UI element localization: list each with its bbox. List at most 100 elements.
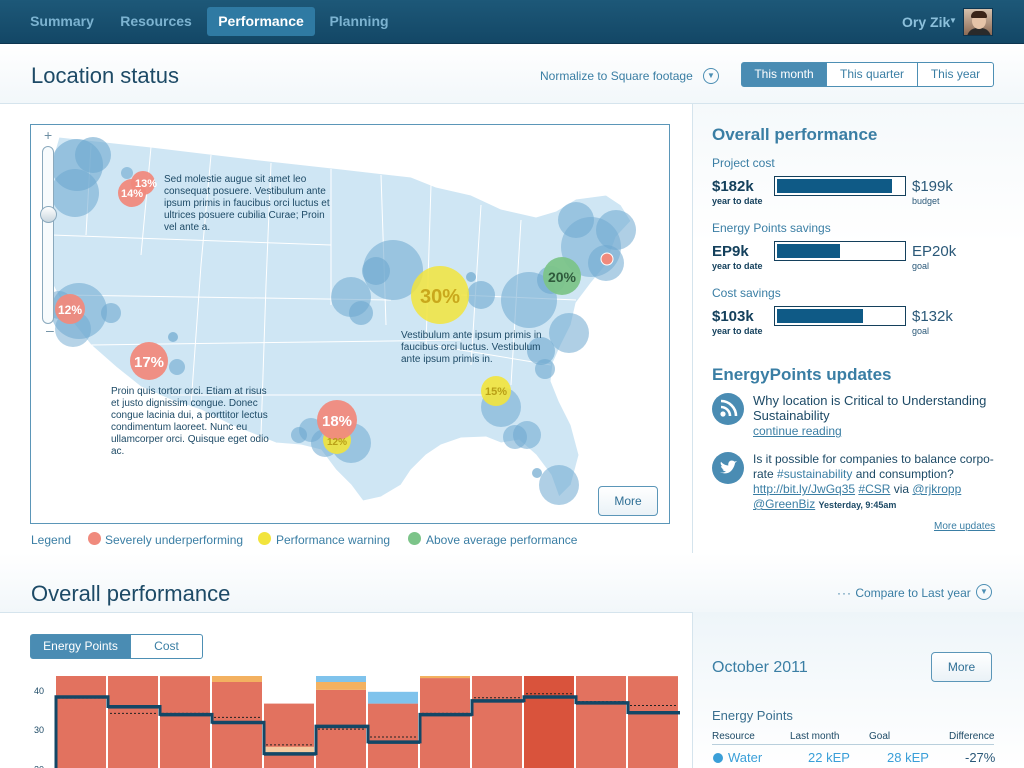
rss-icon[interactable] <box>712 393 744 425</box>
twitter-icon[interactable] <box>712 452 744 484</box>
section-title: Overall performance <box>31 581 231 606</box>
progress-bar <box>774 306 906 326</box>
performance-chart[interactable]: 20 30 40 <box>30 634 680 768</box>
map-dot-severe[interactable] <box>600 252 614 266</box>
metric-goal-sub: goal <box>912 326 930 336</box>
progress-bar <box>774 176 906 196</box>
zoom-out-icon[interactable]: – <box>46 322 54 338</box>
marker-label: 30% <box>420 286 460 308</box>
tweet-url-link[interactable]: http://bit.ly/JwGq35 <box>753 482 855 496</box>
normalize-dropdown-icon[interactable]: ▼ <box>703 68 719 84</box>
nav-tab-planning[interactable]: Planning <box>320 7 398 36</box>
legend-dot-severe <box>88 532 101 545</box>
overall-performance-title: Overall performance <box>712 125 878 144</box>
chart-bar-segment <box>264 703 314 768</box>
month-more-button[interactable]: More <box>931 652 992 682</box>
column-header: Goal <box>869 731 891 742</box>
map-more-button[interactable]: More <box>598 486 658 516</box>
marker-label: 20% <box>548 269 577 285</box>
hashtag-link[interactable]: #sustainability <box>777 467 852 481</box>
column-header: Difference <box>949 731 995 742</box>
progress-fill <box>777 244 840 258</box>
progress-fill <box>777 179 893 193</box>
tweet-time: Yesterday, 9:45am <box>818 500 897 510</box>
table-cell-goal: 28 kEP <box>887 750 929 765</box>
marker-label: 14% <box>121 188 143 200</box>
y-tick-label: 20 <box>34 764 44 768</box>
zoom-slider-handle[interactable] <box>40 206 57 223</box>
chart-bar-segment <box>420 678 470 768</box>
mention-link[interactable]: @rjkropp <box>912 482 961 496</box>
nav-tab-resources[interactable]: Resources <box>112 7 200 36</box>
legend-dot-above <box>408 532 421 545</box>
table-divider <box>712 744 994 745</box>
tweet-text: via <box>890 482 913 496</box>
month-label: October 2011 <box>712 659 808 676</box>
chart-bar-segment <box>264 746 314 753</box>
metric-value: $182k <box>712 178 754 195</box>
metric-goal-sub: budget <box>912 196 940 206</box>
marker-label: 18% <box>322 413 352 430</box>
top-nav: Summary Resources Performance Planning O… <box>0 0 1024 44</box>
chart-bar-segment <box>576 670 626 768</box>
avatar-body <box>967 28 991 35</box>
chart-bar-segment <box>212 682 262 768</box>
chart-bar-segment <box>212 672 262 682</box>
hashtag-link[interactable]: #CSR <box>858 482 890 496</box>
compare-toggle[interactable]: ··· Compare to Last year <box>837 586 971 600</box>
legend-dot-warning <box>258 532 271 545</box>
metric-goal: $132k <box>912 308 953 325</box>
period-this-quarter[interactable]: This quarter <box>826 62 918 87</box>
column-header: Resource <box>712 731 755 742</box>
chart-bar-segment <box>56 662 106 768</box>
us-map[interactable]: 13% 14% 12% 17% 30% 20% 15% 12% 18% <box>30 124 670 524</box>
mention-link[interactable]: @GreenBiz <box>753 497 815 511</box>
marker-label: 15% <box>485 386 507 398</box>
toggle-energy-points[interactable]: Energy Points <box>30 634 131 659</box>
page-title: Location status <box>31 63 179 88</box>
legend-item-severe: Severely underperforming <box>105 533 244 547</box>
table-cell-resource[interactable]: Water <box>728 750 762 765</box>
metric-value: $103k <box>712 308 754 325</box>
chart-bar-segment <box>368 691 418 704</box>
more-updates-link[interactable]: More updates <box>934 521 995 532</box>
period-this-year[interactable]: This year <box>917 62 994 87</box>
metric-value: EP9k <box>712 243 749 260</box>
marker-label: 17% <box>134 354 164 371</box>
rss-title: Why location is Critical to Understandin… <box>753 393 987 423</box>
nav-tab-performance[interactable]: Performance <box>207 7 315 36</box>
progress-bar <box>774 241 906 261</box>
rss-update: Why location is Critical to Understandin… <box>753 393 998 439</box>
user-menu[interactable]: Ory Zik <box>902 14 950 30</box>
marker-label: 12% <box>58 303 82 317</box>
metric-label: Energy Points savings <box>712 221 831 235</box>
zoom-slider[interactable] <box>42 146 54 324</box>
twitter-glyph <box>720 460 737 474</box>
chart-bar-segment <box>316 682 366 690</box>
toggle-cost[interactable]: Cost <box>130 634 203 659</box>
metric-goal: EP20k <box>912 243 957 260</box>
metric-value-sub: year to date <box>712 261 763 271</box>
chart-bar-segment <box>472 672 522 768</box>
table-title: Energy Points <box>712 708 793 723</box>
tweet-update: Is it possible for companies to balance … <box>753 452 998 513</box>
tweet-text: and consumption? <box>852 467 954 481</box>
y-tick-label: 30 <box>34 725 44 735</box>
period-this-month[interactable]: This month <box>741 62 827 87</box>
compare-dropdown-icon[interactable]: ▼ <box>976 584 992 600</box>
chart-bar-segment <box>160 676 210 768</box>
chart-bar-segment <box>420 666 470 679</box>
chart-bar-segment <box>368 703 418 768</box>
chevron-down-icon[interactable]: ▼ <box>949 16 957 25</box>
chart-bar-segment <box>108 670 158 768</box>
nav-tab-summary[interactable]: Summary <box>18 7 106 36</box>
legend-item-above: Above average performance <box>426 533 578 547</box>
metric-label: Cost savings <box>712 286 781 300</box>
normalize-label[interactable]: Normalize to Square footage <box>540 69 693 83</box>
avatar[interactable] <box>963 8 993 36</box>
avatar-hair <box>971 11 987 18</box>
metric-label: Project cost <box>712 156 775 170</box>
continue-reading-link[interactable]: continue reading <box>753 424 842 438</box>
zoom-in-icon[interactable]: + <box>44 127 52 143</box>
metric-value-sub: year to date <box>712 326 763 336</box>
